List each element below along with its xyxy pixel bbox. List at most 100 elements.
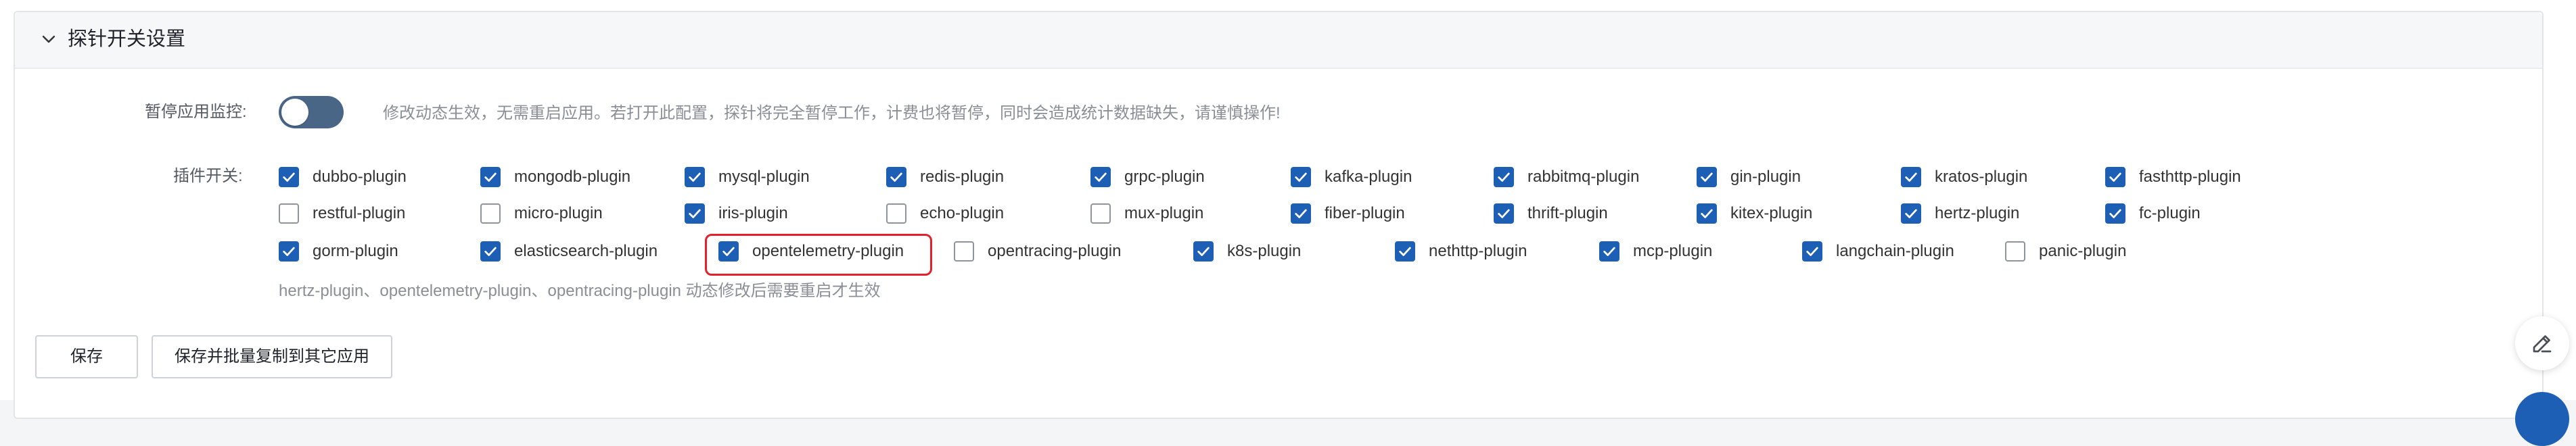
plugin-checkbox-opentracing-plugin[interactable]: opentracing-plugin: [954, 238, 1121, 265]
plugin-label: grpc-plugin: [1124, 168, 1205, 186]
plugin-checkbox-redis-plugin[interactable]: redis-plugin: [886, 164, 1004, 191]
plugin-checkbox-grpc-plugin[interactable]: grpc-plugin: [1090, 164, 1205, 191]
pause-monitor-toggle[interactable]: [279, 96, 344, 128]
plugin-checkbox-fc-plugin[interactable]: fc-plugin: [2105, 200, 2201, 227]
restart-note: hertz-plugin、opentelemetry-plugin、opentr…: [279, 282, 881, 300]
checkbox-checked-icon[interactable]: [480, 167, 501, 187]
checkbox-checked-icon[interactable]: [1901, 167, 1921, 187]
plugin-checkbox-iris-plugin[interactable]: iris-plugin: [685, 200, 788, 227]
checkbox-checked-icon[interactable]: [2105, 203, 2125, 224]
plugin-checkbox-rabbitmq-plugin[interactable]: rabbitmq-plugin: [1494, 164, 1639, 191]
checkbox-checked-icon[interactable]: [1291, 203, 1311, 224]
checkbox-checked-icon[interactable]: [1291, 167, 1311, 187]
plugin-label: thrift-plugin: [1527, 204, 1608, 222]
plugin-checkbox-mongodb-plugin[interactable]: mongodb-plugin: [480, 164, 630, 191]
checkbox-checked-icon[interactable]: [1494, 203, 1514, 224]
checkbox-checked-icon[interactable]: [1193, 241, 1214, 262]
checkbox-checked-icon[interactable]: [685, 203, 705, 224]
plugin-checkbox-restful-plugin[interactable]: restful-plugin: [279, 200, 405, 227]
plugin-label: mongodb-plugin: [514, 168, 631, 186]
panel-title: 探针开关设置: [68, 28, 186, 50]
plugin-switch-label: 插件开关:: [173, 167, 243, 185]
checkbox-checked-icon[interactable]: [685, 167, 705, 187]
pause-monitor-hint: 修改动态生效，无需重启应用。若打开此配置，探针将完全暂停工作，计费也将暂停，同时…: [383, 104, 1281, 122]
plugin-label: iris-plugin: [718, 204, 788, 222]
checkbox-checked-icon[interactable]: [1697, 167, 1717, 187]
plugin-checkbox-hertz-plugin[interactable]: hertz-plugin: [1901, 200, 2019, 227]
plugin-label: kitex-plugin: [1730, 204, 1813, 222]
checkbox-unchecked-icon[interactable]: [1090, 203, 1111, 224]
plugin-checkbox-kafka-plugin[interactable]: kafka-plugin: [1291, 164, 1412, 191]
save-button[interactable]: 保存: [35, 335, 138, 378]
plugin-label: micro-plugin: [514, 204, 603, 222]
highlight-box: [705, 234, 932, 276]
plugin-label: nethttp-plugin: [1429, 242, 1527, 260]
checkbox-checked-icon[interactable]: [279, 241, 299, 262]
pencil-edit-icon: [2533, 335, 2552, 353]
checkbox-checked-icon[interactable]: [1901, 203, 1921, 224]
checkbox-unchecked-icon[interactable]: [279, 203, 299, 224]
plugin-checkbox-dubbo-plugin[interactable]: dubbo-plugin: [279, 164, 407, 191]
chevron-down-icon[interactable]: [41, 31, 57, 47]
plugin-checkbox-langchain-plugin[interactable]: langchain-plugin: [1802, 238, 1954, 265]
plugin-checkbox-gorm-plugin[interactable]: gorm-plugin: [279, 238, 398, 265]
checkbox-checked-icon[interactable]: [886, 167, 906, 187]
plugin-checkbox-mux-plugin[interactable]: mux-plugin: [1090, 200, 1203, 227]
checkbox-unchecked-icon[interactable]: [480, 203, 501, 224]
plugin-label: mux-plugin: [1124, 204, 1204, 222]
plugin-label: kratos-plugin: [1935, 168, 2028, 186]
plugin-label: restful-plugin: [313, 204, 406, 222]
plugin-checkbox-fiber-plugin[interactable]: fiber-plugin: [1291, 200, 1405, 227]
panel-header[interactable]: 探针开关设置: [15, 12, 2542, 69]
plugin-checkbox-kratos-plugin[interactable]: kratos-plugin: [1901, 164, 2027, 191]
checkbox-checked-icon[interactable]: [1697, 203, 1717, 224]
plugin-label: k8s-plugin: [1227, 242, 1302, 260]
plugin-label: gin-plugin: [1730, 168, 1801, 186]
plugin-label: kafka-plugin: [1325, 168, 1412, 186]
plugin-label: fiber-plugin: [1325, 204, 1405, 222]
plugin-checkbox-thrift-plugin[interactable]: thrift-plugin: [1494, 200, 1608, 227]
plugin-label: rabbitmq-plugin: [1527, 168, 1640, 186]
plugin-label: fasthttp-plugin: [2139, 168, 2241, 186]
plugin-checkbox-elasticsearch-plugin[interactable]: elasticsearch-plugin: [480, 238, 658, 265]
page: 探针开关设置 暂停应用监控: 修改动态生效，无需重启应用。若打开此配置，探针将完…: [0, 0, 2576, 446]
checkbox-unchecked-icon[interactable]: [886, 203, 906, 224]
checkbox-checked-icon[interactable]: [1090, 167, 1111, 187]
checkbox-unchecked-icon[interactable]: [954, 241, 974, 262]
plugin-label: gorm-plugin: [313, 242, 398, 260]
plugin-label: dubbo-plugin: [313, 168, 407, 186]
checkbox-unchecked-icon[interactable]: [2005, 241, 2025, 262]
plugin-label: elasticsearch-plugin: [514, 242, 658, 260]
plugin-label: langchain-plugin: [1836, 242, 1954, 260]
plugin-label: panic-plugin: [2039, 242, 2127, 260]
plugin-label: hertz-plugin: [1935, 204, 2020, 222]
plugin-label: fc-plugin: [2139, 204, 2201, 222]
plugin-checkbox-mysql-plugin[interactable]: mysql-plugin: [685, 164, 810, 191]
plugin-checkbox-kitex-plugin[interactable]: kitex-plugin: [1697, 200, 1812, 227]
checkbox-checked-icon[interactable]: [480, 241, 501, 262]
checkbox-checked-icon[interactable]: [279, 167, 299, 187]
plugin-checkbox-nethttp-plugin[interactable]: nethttp-plugin: [1395, 238, 1527, 265]
checkbox-checked-icon[interactable]: [1494, 167, 1514, 187]
checkbox-checked-icon[interactable]: [1802, 241, 1822, 262]
plugin-label: opentracing-plugin: [988, 242, 1122, 260]
edit-fab[interactable]: [2515, 316, 2569, 370]
pause-monitor-label: 暂停应用监控:: [145, 103, 247, 121]
plugin-checkbox-panic-plugin[interactable]: panic-plugin: [2005, 238, 2126, 265]
checkbox-checked-icon[interactable]: [1599, 241, 1619, 262]
plugin-label: mcp-plugin: [1633, 242, 1713, 260]
plugin-label: redis-plugin: [920, 168, 1005, 186]
save-copy-button[interactable]: 保存并批量复制到其它应用: [152, 335, 392, 378]
plugin-checkbox-echo-plugin[interactable]: echo-plugin: [886, 200, 1004, 227]
toggle-knob: [281, 99, 308, 126]
plugin-checkbox-gin-plugin[interactable]: gin-plugin: [1697, 164, 1801, 191]
plugin-checkbox-mcp-plugin[interactable]: mcp-plugin: [1599, 238, 1712, 265]
plugin-checkbox-k8s-plugin[interactable]: k8s-plugin: [1193, 238, 1301, 265]
checkbox-checked-icon[interactable]: [1395, 241, 1415, 262]
plugin-checkbox-fasthttp-plugin[interactable]: fasthttp-plugin: [2105, 164, 2241, 191]
plugin-label: echo-plugin: [920, 204, 1005, 222]
secondary-fab[interactable]: [2515, 392, 2569, 446]
plugin-checkbox-micro-plugin[interactable]: micro-plugin: [480, 200, 603, 227]
plugin-label: mysql-plugin: [718, 168, 810, 186]
checkbox-checked-icon[interactable]: [2105, 167, 2125, 187]
